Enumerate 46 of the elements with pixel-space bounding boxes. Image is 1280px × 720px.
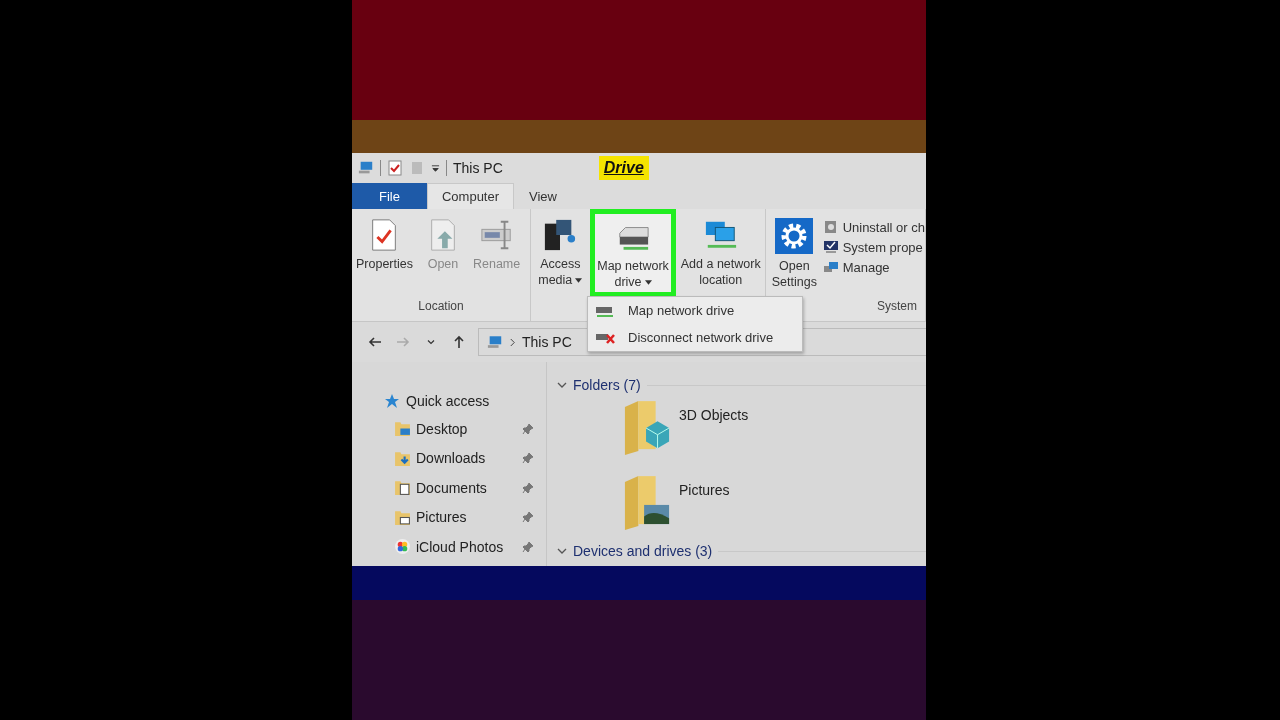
sidebar-item[interactable]: iCloud Photos [394, 538, 504, 556]
caret-icon[interactable] [431, 163, 440, 173]
sidebar-item[interactable]: Documents [394, 479, 487, 497]
computer-icon [822, 259, 839, 275]
sidebar-item[interactable]: Quick access [352, 388, 490, 414]
pin-icon[interactable] [522, 481, 534, 494]
pin-icon[interactable] [522, 422, 534, 435]
address-path[interactable]: This PC [522, 334, 572, 350]
ribbon-tab[interactable]: Computer [426, 183, 515, 209]
collapse-icon[interactable] [557, 380, 567, 390]
section-header: Folders (7) [573, 377, 641, 393]
ribbon-button[interactable]: Open Settings [766, 213, 823, 295]
ribbon-button[interactable]: Add a network location [676, 213, 765, 293]
ribbon-button[interactable]: Uninstall or ch [822, 219, 925, 235]
group-label: Location [417, 299, 465, 315]
folder-name[interactable]: Pictures [679, 482, 730, 498]
ribbon-button[interactable]: Properties [352, 213, 417, 277]
settings-icon [774, 218, 815, 254]
folder-name[interactable]: 3D Objects [679, 407, 749, 423]
folder-picture-icon[interactable] [623, 474, 671, 532]
computer-icon[interactable] [358, 160, 374, 176]
window-title: This PC [453, 160, 503, 176]
ribbon-button[interactable]: Manage [822, 259, 925, 275]
ribbon-button[interactable]: System prope [822, 239, 925, 255]
star-icon [384, 393, 400, 409]
video-caption: Drive [598, 156, 649, 180]
menu-item[interactable]: Map network drive [588, 297, 802, 324]
sidebar-item[interactable]: Downloads [394, 449, 486, 467]
section-header: Devices and drives (3) [573, 543, 713, 559]
computer-icon [487, 334, 503, 350]
monitor-check-icon [822, 239, 839, 255]
ribbon-button[interactable]: Map network drive [589, 209, 677, 297]
collapse-icon[interactable] [557, 546, 567, 556]
ribbon-button[interactable]: Access media [531, 213, 590, 293]
pin-icon[interactable] [522, 452, 534, 465]
folder-cube-icon[interactable] [623, 399, 671, 457]
ribbon-tab[interactable]: View [514, 183, 572, 209]
sidebar-item[interactable]: Pictures [394, 508, 467, 526]
pin-icon[interactable] [522, 540, 534, 553]
sidebar-item[interactable]: Desktop [394, 420, 468, 438]
pin-icon[interactable] [522, 511, 534, 524]
file-menu-button[interactable]: File [352, 183, 427, 209]
checked-document-icon[interactable] [387, 160, 403, 176]
photos-icon [394, 538, 411, 556]
group-label: System [876, 299, 918, 315]
chevron-icon [509, 337, 516, 347]
